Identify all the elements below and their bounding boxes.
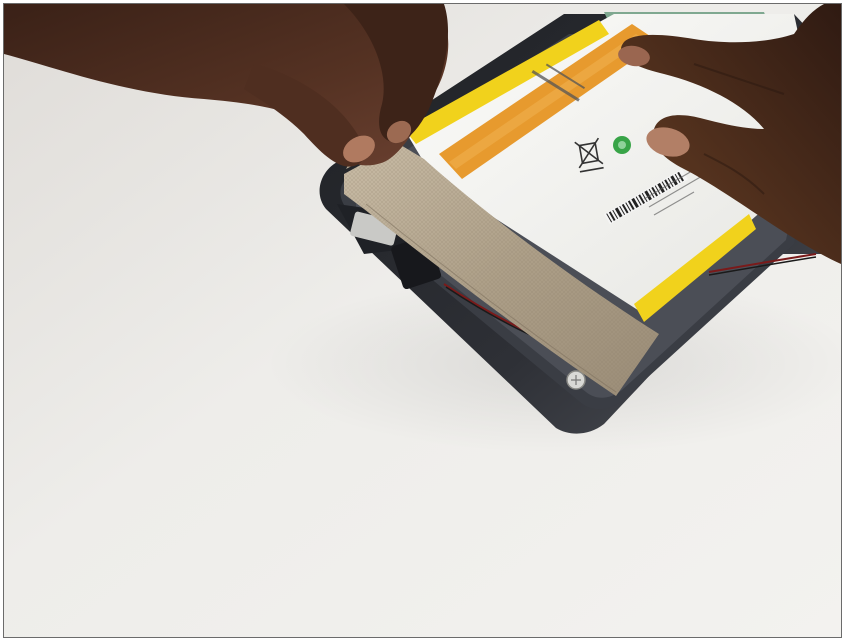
photo-frame — [3, 3, 842, 638]
repair-photo — [4, 4, 841, 637]
